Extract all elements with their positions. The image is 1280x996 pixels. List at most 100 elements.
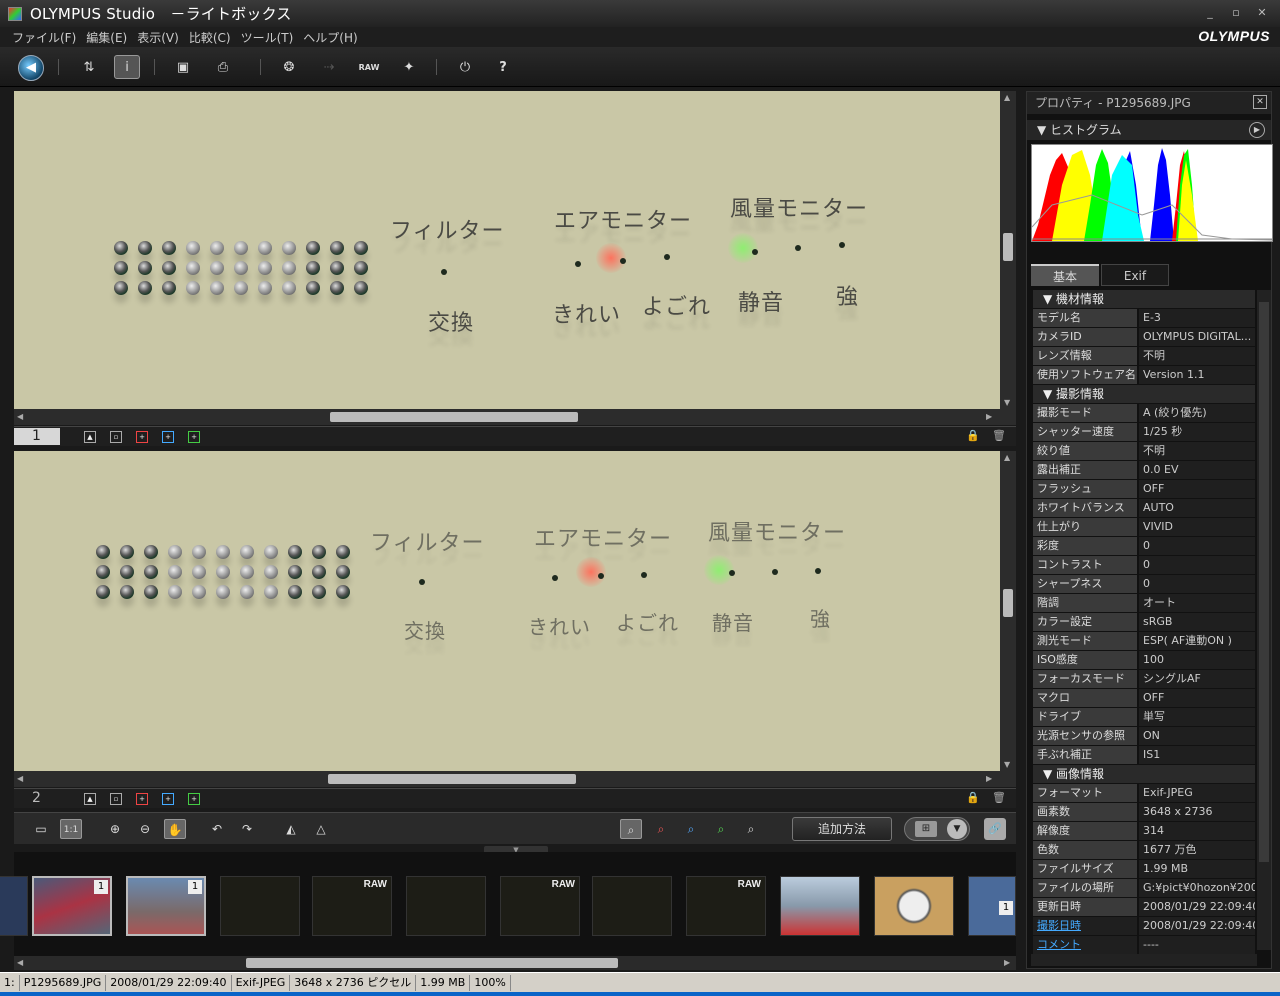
close-button[interactable]: ✕: [1252, 4, 1272, 22]
zoom-red-icon[interactable]: ⌕: [650, 819, 672, 839]
property-key: ファイルサイズ: [1033, 860, 1137, 878]
thumbnail[interactable]: [0, 876, 28, 936]
trash-icon[interactable]: 🗑: [992, 429, 1006, 442]
property-value: 2008/01/29 22:09:40: [1139, 898, 1255, 916]
frame-icon[interactable]: ▫: [110, 431, 122, 443]
edit-wand-icon[interactable]: ✦: [396, 55, 422, 79]
zoom-reset-icon[interactable]: ⌕: [740, 819, 762, 839]
thumbnail[interactable]: [874, 876, 954, 936]
restore-button[interactable]: ▫: [1226, 4, 1246, 22]
property-value: 1.99 MB: [1139, 860, 1255, 878]
thumbnail[interactable]: RAW: [500, 876, 580, 936]
zoom-green-icon[interactable]: ⌕: [710, 819, 732, 839]
shadow-warning-icon[interactable]: △: [310, 819, 332, 839]
mark-red-icon-2[interactable]: +: [136, 793, 148, 805]
title-bar: OLYMPUS Studio －ライトボックス _ ▫ ✕: [0, 0, 1280, 27]
minimize-button[interactable]: _: [1200, 4, 1220, 22]
camera-control-icon[interactable]: ⏻: [452, 55, 478, 79]
property-key: 解像度: [1033, 822, 1137, 840]
mark-green-icon[interactable]: +: [188, 431, 200, 443]
slideshow-icon[interactable]: ▣: [170, 55, 196, 79]
one-to-one-button[interactable]: 1:1: [60, 819, 82, 839]
fit-screen-icon[interactable]: ▭: [30, 819, 52, 839]
section-header[interactable]: ▼ 機材情報: [1033, 290, 1255, 308]
rotate-up-icon[interactable]: ▲: [84, 431, 96, 443]
pane-2-image[interactable]: フィルター エアモニター 風量モニター 交換 きれい よごれ 静音 強: [14, 451, 1000, 771]
pane-1-hscroll[interactable]: ◀ ▶: [14, 409, 1016, 425]
property-key: フラッシュ: [1033, 480, 1137, 498]
rotate-up-icon-2[interactable]: ▲: [84, 793, 96, 805]
property-key: フォーカスモード: [1033, 670, 1137, 688]
menu-file[interactable]: ファイル(F): [10, 29, 78, 46]
color-icon[interactable]: ❂: [276, 55, 302, 79]
hand-tool-icon[interactable]: ✋: [164, 819, 186, 839]
sort-icon[interactable]: ⇅: [76, 55, 102, 79]
property-key[interactable]: コメント: [1033, 936, 1137, 954]
tab-exif[interactable]: Exif: [1101, 264, 1169, 286]
thumbnail[interactable]: [220, 876, 300, 936]
menu-compare[interactable]: 比較(C): [187, 29, 233, 46]
zoom-out-icon[interactable]: ⊖: [134, 819, 156, 839]
mark-green-icon-2[interactable]: +: [188, 793, 200, 805]
sync-link-icon[interactable]: 🔗: [984, 818, 1006, 840]
info-icon[interactable]: i: [114, 55, 140, 79]
section-header[interactable]: ▼ 撮影情報: [1033, 385, 1255, 403]
rotate-right-icon[interactable]: ↷: [236, 819, 258, 839]
histogram-header[interactable]: ▼ ヒストグラム ▶: [1027, 120, 1271, 140]
tab-basic[interactable]: 基本: [1031, 264, 1099, 286]
close-icon[interactable]: ✕: [1253, 95, 1267, 109]
layout-split-icon[interactable]: ⊞: [915, 821, 937, 837]
property-list-hscroll[interactable]: [1031, 954, 1257, 966]
zoom-blue-icon[interactable]: ⌕: [680, 819, 702, 839]
export-icon[interactable]: ⇢: [316, 55, 342, 79]
thumbnail[interactable]: RAW: [312, 876, 392, 936]
raw-develop-icon[interactable]: RAW: [356, 55, 382, 79]
frame-icon-2[interactable]: ▫: [110, 793, 122, 805]
thumbnail[interactable]: [406, 876, 486, 936]
mark-blue-icon[interactable]: +: [162, 431, 174, 443]
property-list-scrollbar[interactable]: [1257, 290, 1271, 950]
thumbnail[interactable]: [592, 876, 672, 936]
property-key: モデル名: [1033, 309, 1137, 327]
layout-toggle[interactable]: ⊞ ▼: [904, 817, 970, 841]
lock-icon[interactable]: 🔒: [966, 429, 980, 442]
trash-icon-2[interactable]: 🗑: [992, 791, 1006, 804]
property-key[interactable]: 撮影日時: [1033, 917, 1137, 935]
print-icon[interactable]: ⎙: [210, 55, 236, 79]
chevron-down-icon: ▼: [1043, 387, 1057, 401]
help-icon[interactable]: ?: [490, 55, 516, 79]
section-header[interactable]: ▼ 画像情報: [1033, 765, 1255, 783]
thumbnail[interactable]: 1: [126, 876, 206, 936]
filmstrip-scrollbar[interactable]: ◀ ▶: [14, 956, 1016, 970]
play-icon[interactable]: ▶: [1249, 122, 1265, 138]
menu-help[interactable]: ヘルプ(H): [301, 29, 359, 46]
rotate-left-icon[interactable]: ↶: [206, 819, 228, 839]
pane-2-hscroll[interactable]: ◀ ▶: [14, 771, 1016, 787]
pane-1-bar: 1 ▲ ▫ + + + 🔒 🗑: [14, 426, 1016, 446]
property-row: フォーカスモード シングルAF: [1033, 670, 1255, 688]
zoom-all-icon[interactable]: ⌕: [620, 819, 642, 839]
thumbnail[interactable]: [780, 876, 860, 936]
thumbnail[interactable]: 1: [968, 876, 1016, 936]
property-value: 0: [1139, 575, 1255, 593]
chevron-down-icon[interactable]: ▼: [947, 819, 967, 839]
thumbnail[interactable]: 1: [32, 876, 112, 936]
pane-2-vscroll[interactable]: ▲ ▼: [1000, 451, 1016, 771]
pane-1-image[interactable]: フィルター エアモニター 風量モニター 交換 きれい よごれ 静音 強: [14, 91, 1000, 409]
menu-view[interactable]: 表示(V): [135, 29, 181, 46]
property-value: IS1: [1139, 746, 1255, 764]
property-row: 絞り値 不明: [1033, 442, 1255, 460]
mark-red-icon[interactable]: +: [136, 431, 148, 443]
pane-1-vscroll[interactable]: ▲ ▼: [1000, 91, 1016, 409]
property-key: ISO感度: [1033, 651, 1137, 669]
lock-icon-2[interactable]: 🔒: [966, 791, 980, 804]
thumbnail[interactable]: RAW: [686, 876, 766, 936]
add-mode-button[interactable]: 追加方法: [792, 817, 892, 841]
zoom-in-icon[interactable]: ⊕: [104, 819, 126, 839]
back-icon[interactable]: ◀: [18, 55, 44, 81]
menu-tools[interactable]: ツール(T): [239, 29, 296, 46]
property-value: OFF: [1139, 689, 1255, 707]
menu-edit[interactable]: 編集(E): [84, 29, 129, 46]
mark-blue-icon-2[interactable]: +: [162, 793, 174, 805]
highlight-warning-icon[interactable]: ◭: [280, 819, 302, 839]
